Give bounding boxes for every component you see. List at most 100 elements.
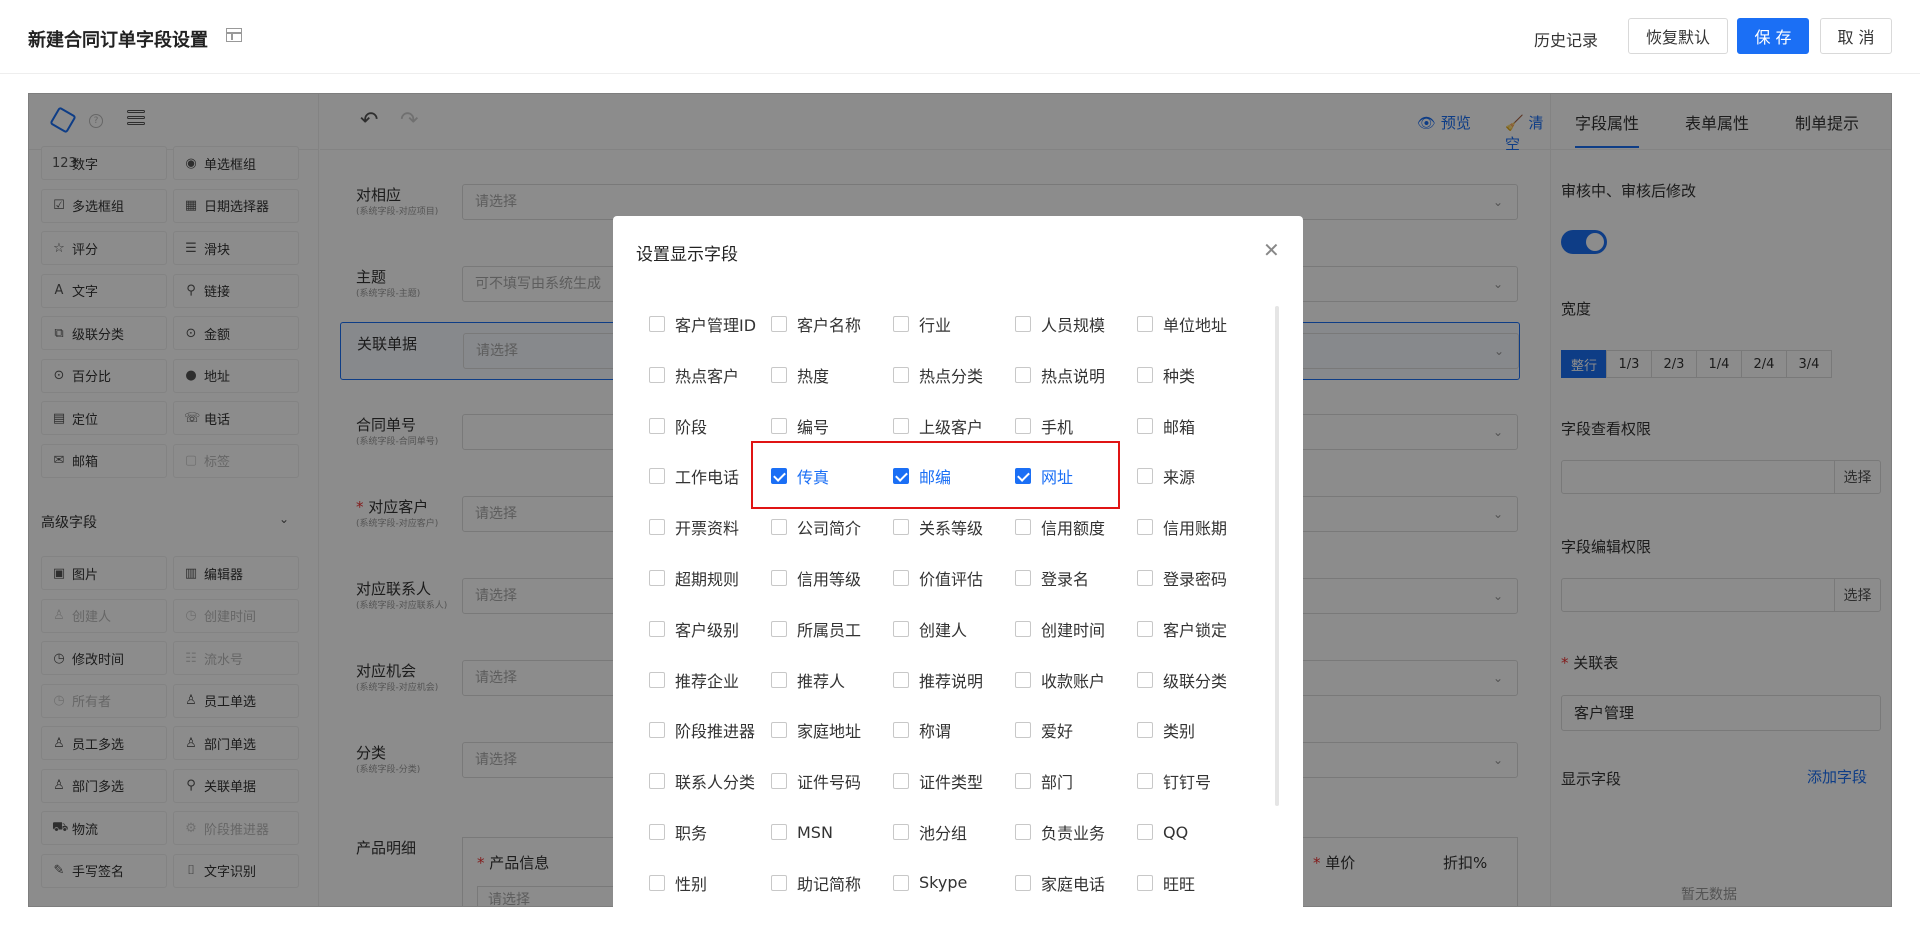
field-checkbox[interactable]: 助记简称 [771,871,891,895]
field-checkbox[interactable]: 单位地址 [1137,312,1257,336]
field-checkbox[interactable]: 推荐说明 [893,668,1013,692]
checkbox-icon[interactable] [1137,824,1153,840]
history-link[interactable]: 历史记录 [1534,27,1598,51]
checkbox-icon[interactable] [771,417,787,434]
checkbox-icon[interactable] [1137,468,1153,485]
field-checkbox[interactable]: 推荐人 [771,668,891,692]
field-checkbox[interactable]: 证件号码 [771,769,891,793]
field-checkbox[interactable]: 钉钉号 [1137,769,1257,793]
checkbox-icon[interactable] [771,620,787,637]
field-checkbox[interactable]: 创建时间 [1015,617,1135,641]
checkbox-icon[interactable] [771,722,787,739]
checkbox-icon[interactable] [1015,773,1031,790]
field-checkbox[interactable]: 邮箱 [1137,414,1257,438]
checkbox-icon[interactable] [649,620,665,637]
field-checkbox[interactable]: 所属员工 [771,617,891,641]
field-checkbox[interactable]: 家庭地址 [771,718,891,742]
checkbox-icon[interactable] [893,570,909,586]
checkbox-icon[interactable] [893,874,909,891]
field-checkbox[interactable]: 上级客户 [893,414,1013,438]
checkbox-icon[interactable] [1015,874,1031,891]
field-checkbox[interactable]: 职务 [649,820,769,844]
checkbox-icon[interactable] [1137,671,1153,688]
field-checkbox[interactable]: 客户锁定 [1137,617,1257,641]
field-checkbox[interactable]: 登录名 [1015,566,1135,590]
field-checkbox[interactable]: 手机 [1015,414,1135,438]
checkbox-icon[interactable] [1137,519,1153,536]
field-checkbox[interactable]: 人员规模 [1015,312,1135,336]
checkbox-icon[interactable] [649,824,665,840]
checkbox-icon[interactable] [649,671,665,688]
field-checkbox[interactable]: 证件类型 [893,769,1013,793]
checkbox-icon[interactable] [893,366,909,383]
field-checkbox[interactable]: 联系人分类 [649,769,769,793]
checkbox-icon[interactable] [893,671,909,688]
field-checkbox[interactable]: 开票资料 [649,515,769,539]
field-checkbox[interactable]: 负责业务 [1015,820,1135,844]
field-checkbox[interactable]: 客户级别 [649,617,769,641]
checkbox-icon[interactable] [1137,570,1153,586]
field-checkbox[interactable]: 级联分类 [1137,668,1257,692]
cancel-button[interactable]: 取 消 [1820,18,1892,54]
checkbox-icon[interactable] [649,874,665,891]
field-checkbox[interactable]: 旺旺 [1137,871,1257,895]
field-checkbox[interactable]: 信用账期 [1137,515,1257,539]
checkbox-icon[interactable] [893,773,909,790]
checkbox-icon[interactable] [1015,824,1031,840]
checkbox-icon[interactable] [1137,620,1153,637]
field-checkbox[interactable]: 超期规则 [649,566,769,590]
save-button[interactable]: 保 存 [1737,18,1809,54]
modal-scrollbar[interactable] [1275,306,1279,806]
field-checkbox[interactable]: 价值评估 [893,566,1013,590]
checkbox-icon[interactable] [1015,316,1031,332]
checkbox-icon[interactable] [1137,773,1153,790]
field-checkbox[interactable]: 登录密码 [1137,566,1257,590]
field-checkbox[interactable]: 爱好 [1015,718,1135,742]
checkbox-icon[interactable] [893,824,909,840]
checkbox-icon[interactable] [1015,417,1031,434]
checkbox-icon[interactable] [771,366,787,383]
checkbox-icon[interactable] [649,773,665,790]
checkbox-icon[interactable] [771,671,787,688]
checkbox-icon[interactable] [1137,722,1153,739]
field-checkbox[interactable]: 公司简介 [771,515,891,539]
field-checkbox[interactable]: 阶段 [649,414,769,438]
checkbox-icon[interactable] [1015,620,1031,637]
checkbox-icon[interactable] [893,722,909,739]
checkbox-icon[interactable] [771,824,787,840]
checkbox-icon[interactable] [1015,722,1031,739]
field-checkbox[interactable]: 关系等级 [893,515,1013,539]
checkbox-icon[interactable] [893,519,909,536]
checkbox-icon[interactable] [649,519,665,536]
checkbox-icon[interactable] [1137,874,1153,891]
checkbox-icon[interactable] [649,570,665,586]
field-checkbox[interactable]: 收款账户 [1015,668,1135,692]
field-checkbox[interactable]: 家庭电话 [1015,871,1135,895]
field-checkbox[interactable]: 类别 [1137,718,1257,742]
checkbox-icon[interactable] [893,620,909,637]
field-checkbox[interactable]: 部门 [1015,769,1135,793]
checkbox-icon[interactable] [893,417,909,434]
checkbox-icon[interactable] [771,570,787,586]
field-checkbox[interactable]: 热点分类 [893,363,1013,387]
field-checkbox[interactable]: 编号 [771,414,891,438]
checkbox-icon[interactable] [649,366,665,383]
field-checkbox[interactable]: 信用等级 [771,566,891,590]
checkbox-icon[interactable] [1015,519,1031,536]
field-checkbox[interactable]: 种类 [1137,363,1257,387]
checkbox-icon[interactable] [771,519,787,536]
checkbox-icon[interactable] [649,468,665,485]
field-checkbox[interactable]: 来源 [1137,464,1257,488]
field-checkbox[interactable]: 行业 [893,312,1013,336]
checkbox-icon[interactable] [771,874,787,891]
field-checkbox[interactable]: QQ [1137,820,1257,844]
field-checkbox[interactable]: 信用额度 [1015,515,1135,539]
checkbox-icon[interactable] [1015,671,1031,688]
field-checkbox[interactable]: 称谓 [893,718,1013,742]
field-checkbox[interactable]: 热度 [771,363,891,387]
checkbox-icon[interactable] [1015,570,1031,586]
field-checkbox[interactable]: 性别 [649,871,769,895]
checkbox-icon[interactable] [771,316,787,332]
field-checkbox[interactable]: 客户管理ID [649,312,769,336]
checkbox-icon[interactable] [1015,366,1031,383]
